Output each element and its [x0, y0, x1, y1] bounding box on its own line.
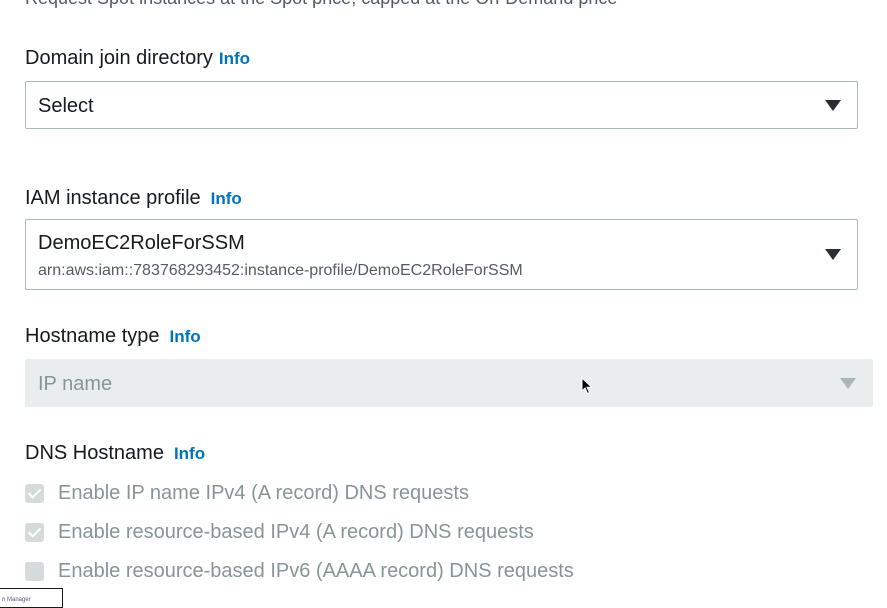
domain-join-label: Domain join directory Info	[25, 47, 250, 70]
hostname-type-select-value: IP name	[38, 373, 113, 395]
iam-profile-label-text: IAM instance profile	[25, 187, 201, 209]
checkbox-checked-icon	[25, 483, 44, 503]
iam-profile-info-link[interactable]: Info	[211, 189, 242, 208]
iam-profile-select-value: DemoEC2RoleForSSM	[38, 232, 245, 254]
iam-profile-arn: arn:aws:iam::783768293452:instance-profi…	[38, 262, 523, 279]
window-thumbnail-text: n Manager	[2, 597, 31, 603]
dns-hostname-label: DNS Hostname Info	[25, 442, 205, 465]
hostname-type-label: Hostname type Info	[25, 325, 201, 348]
domain-join-label-text: Domain join directory	[25, 47, 213, 69]
dns-hostname-label-text: DNS Hostname	[25, 442, 164, 464]
domain-join-select[interactable]: Select	[25, 81, 858, 129]
hostname-type-select: IP name	[25, 359, 873, 407]
hostname-type-label-text: Hostname type	[25, 325, 160, 347]
dns-option-resource-ipv4: Enable resource-based IPv4 (A record) DN…	[25, 520, 534, 544]
window-thumbnail[interactable]: n Manager	[0, 588, 63, 608]
dns-hostname-info-link[interactable]: Info	[174, 444, 205, 463]
domain-join-select-value: Select	[38, 95, 94, 117]
dns-option-resource-ipv6: Enable resource-based IPv6 (AAAA record)…	[25, 559, 574, 583]
dns-option-label: Enable IP name IPv4 (A record) DNS reque…	[58, 481, 469, 504]
caret-down-icon	[825, 249, 841, 260]
caret-down-icon	[840, 378, 856, 389]
caret-down-icon	[825, 100, 841, 111]
hostname-type-info-link[interactable]: Info	[170, 327, 201, 346]
checkbox-checked-icon	[25, 522, 44, 542]
iam-profile-select[interactable]: DemoEC2RoleForSSM arn:aws:iam::783768293…	[25, 219, 858, 290]
iam-profile-label: IAM instance profile Info	[25, 187, 242, 210]
dns-option-label: Enable resource-based IPv6 (AAAA record)…	[58, 559, 574, 582]
dns-option-ip-name-ipv4: Enable IP name IPv4 (A record) DNS reque…	[25, 481, 469, 505]
domain-join-info-link[interactable]: Info	[219, 49, 250, 68]
spot-description-text: Request Spot instances at the Spot price…	[25, 0, 617, 9]
checkbox-unchecked-icon	[25, 561, 44, 581]
dns-option-label: Enable resource-based IPv4 (A record) DN…	[58, 520, 534, 543]
